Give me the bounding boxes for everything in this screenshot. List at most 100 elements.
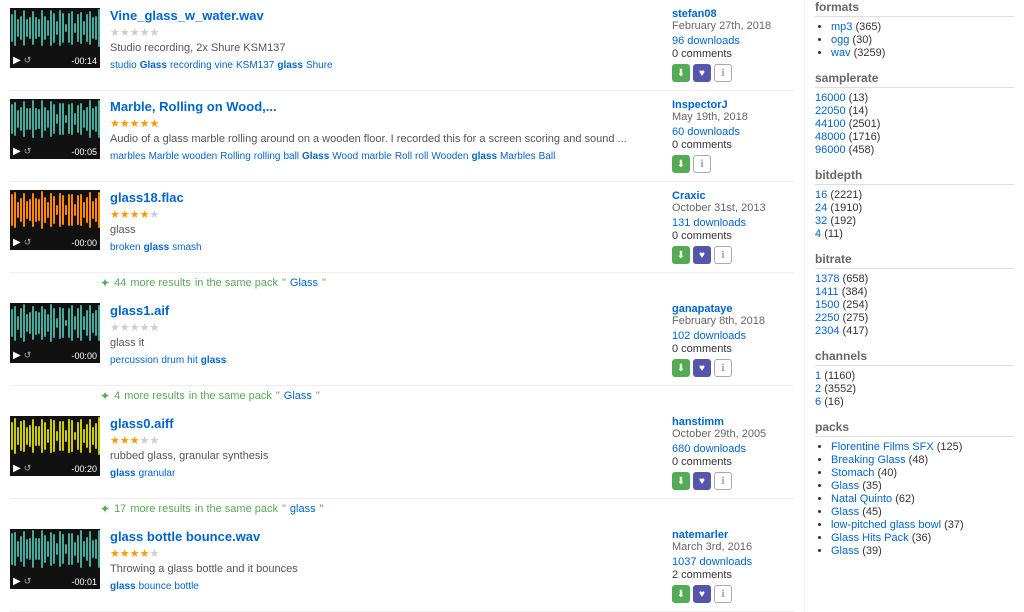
info-icon[interactable]: ℹ <box>714 585 732 603</box>
sidebar-filter-link[interactable]: Stomach <box>831 467 874 479</box>
sound-title[interactable]: glass0.aiff <box>110 416 664 431</box>
sound-title[interactable]: Marble, Rolling on Wood,... <box>110 99 664 114</box>
tag[interactable]: granular <box>139 468 176 479</box>
bookmark-icon[interactable]: ♥ <box>693 246 711 264</box>
loop-button[interactable]: ↺ <box>24 146 32 157</box>
tag[interactable]: vine <box>215 60 233 71</box>
sidebar-filter-link[interactable]: 2250 <box>815 312 839 324</box>
tag[interactable]: glass <box>144 242 170 253</box>
sidebar-filter-link[interactable]: mp3 <box>831 21 852 33</box>
sidebar-filter-link[interactable]: Breaking Glass <box>831 454 906 466</box>
tag[interactable]: smash <box>172 242 201 253</box>
tag[interactable]: percussion <box>110 355 158 366</box>
play-button[interactable]: ▶ <box>13 55 21 66</box>
sidebar-filter-link[interactable]: Glass Hits Pack <box>831 532 909 544</box>
sidebar-filter-link[interactable]: 24 <box>815 202 827 214</box>
bookmark-icon[interactable]: ♥ <box>693 472 711 490</box>
loop-button[interactable]: ↺ <box>24 237 32 248</box>
sound-comments[interactable]: 0 comments <box>672 343 794 355</box>
sidebar-filter-link[interactable]: 22050 <box>815 105 846 117</box>
sound-comments[interactable]: 0 comments <box>672 139 794 151</box>
info-icon[interactable]: ℹ <box>714 64 732 82</box>
tag[interactable]: marble <box>361 151 392 162</box>
tag[interactable]: glass <box>110 581 136 592</box>
sidebar-filter-link[interactable]: Natal Quinto <box>831 493 892 505</box>
pack-result-link[interactable]: Glass <box>290 277 318 289</box>
sound-title[interactable]: glass1.aif <box>110 303 664 318</box>
tag[interactable]: Wooden <box>431 151 468 162</box>
sidebar-filter-link[interactable]: 2304 <box>815 325 839 337</box>
download-icon[interactable]: ⬇ <box>672 64 690 82</box>
download-icon[interactable]: ⬇ <box>672 585 690 603</box>
sidebar-filter-link[interactable]: low-pitched glass bowl <box>831 519 941 531</box>
sound-downloads[interactable]: 1037 downloads <box>672 556 794 568</box>
tag[interactable]: glass <box>471 151 497 162</box>
sidebar-filter-link[interactable]: 6 <box>815 396 821 408</box>
sidebar-filter-link[interactable]: Glass <box>831 506 859 518</box>
tag[interactable]: roll <box>415 151 428 162</box>
tag[interactable]: wooden <box>182 151 217 162</box>
sidebar-filter-link[interactable]: 1 <box>815 370 821 382</box>
sidebar-filter-link[interactable]: 4 <box>815 228 821 240</box>
tag[interactable]: Roll <box>395 151 412 162</box>
sound-downloads[interactable]: 96 downloads <box>672 35 794 47</box>
sound-title[interactable]: glass bottle bounce.wav <box>110 529 664 544</box>
sound-author[interactable]: InspectorJ <box>672 99 794 111</box>
tag[interactable]: bottle <box>174 581 198 592</box>
tag[interactable]: glass <box>110 468 136 479</box>
sidebar-filter-link[interactable]: 96000 <box>815 144 846 156</box>
tag[interactable]: Ball <box>539 151 556 162</box>
tag[interactable]: glass <box>201 355 227 366</box>
info-icon[interactable]: ℹ <box>693 155 711 173</box>
sidebar-filter-link[interactable]: 48000 <box>815 131 846 143</box>
play-button[interactable]: ▶ <box>13 237 21 248</box>
play-button[interactable]: ▶ <box>13 576 21 587</box>
sidebar-filter-link[interactable]: Florentine Films SFX <box>831 441 934 453</box>
sound-author[interactable]: Craxic <box>672 190 794 202</box>
sound-title[interactable]: Vine_glass_w_water.wav <box>110 8 664 23</box>
sidebar-filter-link[interactable]: Glass <box>831 545 859 557</box>
sidebar-filter-link[interactable]: wav <box>831 47 851 59</box>
tag[interactable]: Glass <box>140 60 167 71</box>
sound-comments[interactable]: 0 comments <box>672 230 794 242</box>
tag[interactable]: rolling <box>254 151 281 162</box>
sidebar-filter-link[interactable]: 44100 <box>815 118 846 130</box>
sound-comments[interactable]: 0 comments <box>672 48 794 60</box>
bookmark-icon[interactable]: ♥ <box>693 359 711 377</box>
sound-comments[interactable]: 2 comments <box>672 569 794 581</box>
pack-result-link[interactable]: Glass <box>284 390 312 402</box>
download-icon[interactable]: ⬇ <box>672 155 690 173</box>
sidebar-filter-link[interactable]: 16000 <box>815 92 846 104</box>
tag[interactable]: Wood <box>332 151 358 162</box>
info-icon[interactable]: ℹ <box>714 359 732 377</box>
download-icon[interactable]: ⬇ <box>672 246 690 264</box>
tag[interactable]: studio <box>110 60 137 71</box>
tag[interactable]: Shure <box>306 60 333 71</box>
tag[interactable]: Glass <box>302 151 329 162</box>
pack-result-link[interactable]: glass <box>290 503 316 515</box>
play-button[interactable]: ▶ <box>13 146 21 157</box>
tag[interactable]: broken <box>110 242 141 253</box>
download-icon[interactable]: ⬇ <box>672 472 690 490</box>
tag[interactable]: Marbles <box>500 151 536 162</box>
tag[interactable]: Marble <box>149 151 180 162</box>
info-icon[interactable]: ℹ <box>714 472 732 490</box>
sound-downloads[interactable]: 60 downloads <box>672 126 794 138</box>
sidebar-filter-link[interactable]: ogg <box>831 34 849 46</box>
loop-button[interactable]: ↺ <box>24 350 32 361</box>
tag[interactable]: drum <box>161 355 184 366</box>
sound-title[interactable]: glass18.flac <box>110 190 664 205</box>
sidebar-filter-link[interactable]: 16 <box>815 189 827 201</box>
download-icon[interactable]: ⬇ <box>672 359 690 377</box>
play-button[interactable]: ▶ <box>13 350 21 361</box>
tag[interactable]: glass <box>277 60 303 71</box>
sidebar-filter-link[interactable]: Glass <box>831 480 859 492</box>
sound-author[interactable]: natemarler <box>672 529 794 541</box>
tag[interactable]: bounce <box>139 581 172 592</box>
sidebar-filter-link[interactable]: 32 <box>815 215 827 227</box>
play-button[interactable]: ▶ <box>13 463 21 474</box>
tag[interactable]: marbles <box>110 151 146 162</box>
sound-downloads[interactable]: 680 downloads <box>672 443 794 455</box>
bookmark-icon[interactable]: ♥ <box>693 585 711 603</box>
sidebar-filter-link[interactable]: 1411 <box>815 286 839 298</box>
